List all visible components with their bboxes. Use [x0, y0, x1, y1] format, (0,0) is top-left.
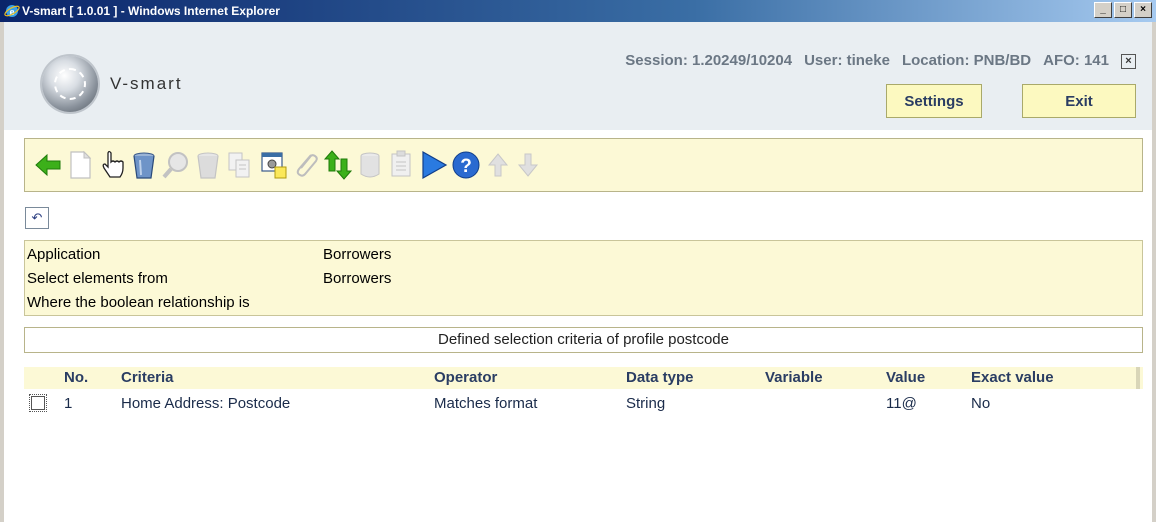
column-header-value[interactable]: Value	[886, 369, 925, 386]
session-info: Session: 1.20249/10204 User: tineke Locati…	[613, 52, 1136, 69]
window-controls: _ □ ×	[1094, 2, 1152, 18]
hand-pointer-icon[interactable]	[97, 149, 127, 181]
app-name: V-smart	[110, 74, 183, 93]
up-arrow-disabled-icon[interactable]	[483, 149, 513, 181]
bin-disabled-icon[interactable]	[193, 149, 223, 181]
application-value: Borrowers	[323, 246, 392, 263]
cell-criteria: Home Address: Postcode	[121, 395, 291, 412]
window-titlebar: e V-smart [ 1.0.01 ] - Windows Internet …	[0, 0, 1156, 22]
column-header-variable[interactable]: Variable	[765, 369, 823, 386]
header-divider	[1136, 367, 1140, 389]
vsmart-logo	[42, 56, 98, 112]
table-header: No. Criteria Operator Data type Variable…	[24, 367, 1143, 389]
help-icon[interactable]: ?	[451, 149, 481, 181]
select-label: Select elements from	[27, 270, 168, 287]
attach-disabled-icon[interactable]	[291, 149, 321, 181]
database-disabled-icon[interactable]	[355, 149, 385, 181]
row-checkbox[interactable]	[29, 394, 47, 412]
application-label: Application	[27, 246, 101, 263]
cell-exact-value: No	[971, 395, 991, 412]
undo-icon[interactable]: ↶	[25, 207, 49, 229]
new-document-icon[interactable]	[65, 149, 95, 181]
column-header-exact-value[interactable]: Exact value	[971, 369, 1054, 386]
close-window-button[interactable]: ×	[1134, 2, 1152, 18]
selection-info-panel: Application Borrowers Select elements fr…	[24, 240, 1143, 316]
column-header-no[interactable]: No.	[64, 369, 88, 386]
window-title: V-smart [ 1.0.01 ] - Windows Internet Ex…	[22, 4, 280, 18]
svg-text:?: ?	[460, 156, 472, 177]
cell-value: 11@	[886, 395, 917, 412]
select-value: Borrowers	[323, 270, 392, 287]
column-header-criteria[interactable]: Criteria	[121, 369, 174, 386]
app-header: V-smart Session: 1.20249/10204 User: tine…	[0, 22, 1156, 130]
column-header-data-type[interactable]: Data type	[626, 369, 694, 386]
location: Location: PNB/BD	[901, 52, 1032, 69]
back-arrow-icon[interactable]	[33, 149, 63, 181]
settings-button[interactable]: Settings	[886, 84, 982, 118]
maximize-button[interactable]: □	[1114, 2, 1132, 18]
copy-disabled-icon[interactable]	[225, 149, 255, 181]
ie-icon: e	[4, 5, 20, 18]
search-disabled-icon[interactable]	[161, 149, 191, 181]
user-name: User: tineke	[804, 52, 890, 69]
properties-icon[interactable]	[259, 149, 289, 181]
exit-button[interactable]: Exit	[1022, 84, 1136, 118]
cell-operator: Matches format	[434, 395, 538, 412]
close-session-icon[interactable]: ×	[1121, 54, 1136, 69]
play-icon[interactable]	[419, 149, 449, 181]
session-id: Session: 1.20249/10204	[625, 52, 793, 69]
boolean-label: Where the boolean relationship is	[27, 294, 250, 311]
sort-updown-icon[interactable]	[323, 149, 353, 181]
cell-data-type: String	[626, 395, 666, 412]
delete-bin-icon[interactable]	[129, 149, 159, 181]
criteria-section-title: Defined selection criteria of profile po…	[24, 327, 1143, 353]
afo-number: AFO: 141	[1043, 52, 1109, 69]
toolbar: ?	[24, 138, 1143, 192]
table-row[interactable]: 1 Home Address: Postcode Matches format …	[24, 393, 1143, 415]
column-header-operator[interactable]: Operator	[434, 369, 497, 386]
clipboard-disabled-icon[interactable]	[387, 149, 417, 181]
cell-no: 1	[64, 395, 73, 412]
down-arrow-disabled-icon[interactable]	[513, 149, 543, 181]
minimize-button[interactable]: _	[1094, 2, 1112, 18]
